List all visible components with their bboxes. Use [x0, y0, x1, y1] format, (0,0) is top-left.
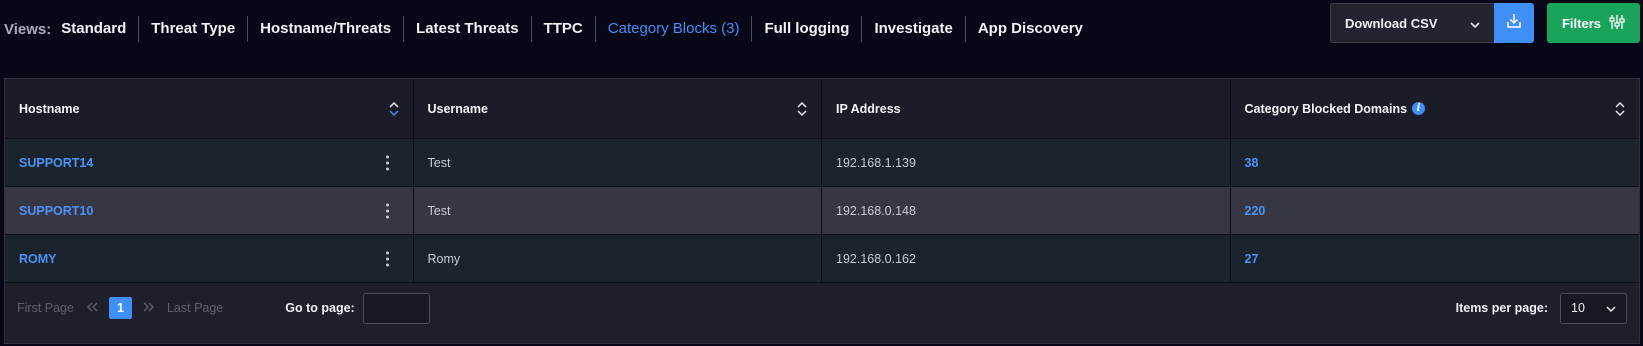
download-format-label: Download CSV [1345, 15, 1438, 31]
hostname-link[interactable]: SUPPORT14 [19, 156, 93, 170]
items-per-page-label: Items per page: [1455, 301, 1548, 315]
double-chevron-left-icon[interactable] [86, 301, 98, 315]
last-page-link[interactable]: Last Page [167, 301, 223, 315]
pagination-bar: First Page 1 Last Page Go to page: Items… [5, 279, 1639, 337]
tab-hostname-threats[interactable]: Hostname/Threats [247, 16, 403, 42]
sort-desc-icon[interactable] [388, 101, 399, 117]
category-blocks-table: Hostname Username IP Address Category Bl… [4, 78, 1640, 344]
ip-address-cell: 192.168.0.148 [822, 187, 1231, 234]
tab-full-logging[interactable]: Full logging [751, 16, 861, 42]
hostname-cell: SUPPORT10 [5, 187, 414, 234]
goto-page-label: Go to page: [285, 301, 355, 315]
tab-category-blocks[interactable]: Category Blocks (3) [594, 16, 752, 42]
current-page-button[interactable]: 1 [108, 297, 132, 319]
download-button[interactable] [1494, 3, 1534, 43]
kebab-menu-icon[interactable] [383, 251, 393, 266]
goto-page-input[interactable] [362, 292, 430, 324]
hostname-cell: ROMY [5, 235, 414, 282]
header-ip-address: IP Address [822, 79, 1231, 138]
filters-button[interactable]: Filters [1547, 3, 1640, 43]
chevron-down-icon [1470, 16, 1480, 31]
download-format-select[interactable]: Download CSV [1330, 3, 1494, 43]
blocked-domains-cell: 38 [1231, 139, 1640, 186]
views-bar: Views: Standard Threat Type Hostname/Thr… [4, 16, 1095, 42]
header-label: IP Address [836, 101, 901, 116]
tab-standard[interactable]: Standard [59, 16, 138, 42]
table-row: SUPPORT14 Test 192.168.1.139 38 [5, 139, 1639, 187]
chevron-down-icon [1606, 301, 1616, 315]
username-cell: Test [414, 139, 822, 186]
double-chevron-right-icon[interactable] [143, 301, 155, 315]
table-row: ROMY Romy 192.168.0.162 27 [5, 235, 1639, 283]
filters-label: Filters [1561, 15, 1601, 31]
sliders-icon [1609, 14, 1625, 33]
blocked-domains-cell: 27 [1231, 235, 1640, 282]
ip-address-cell: 192.168.1.139 [822, 139, 1231, 186]
hostname-link[interactable]: ROMY [19, 252, 57, 266]
items-per-page-group: Items per page: 10 [1455, 292, 1639, 324]
items-per-page-select[interactable]: 10 [1560, 292, 1627, 324]
header-label: Hostname [19, 101, 80, 116]
ip-address-cell: 192.168.0.162 [822, 235, 1231, 282]
hostname-link[interactable]: SUPPORT10 [19, 204, 93, 218]
hostname-cell: SUPPORT14 [5, 139, 414, 186]
blocked-domains-cell: 220 [1231, 187, 1640, 234]
first-page-link[interactable]: First Page [17, 301, 74, 315]
tab-latest-threats[interactable]: Latest Threats [403, 16, 531, 42]
tab-ttpc[interactable]: TTPC [530, 16, 595, 42]
download-icon [1505, 12, 1523, 35]
views-label: Views: [4, 20, 52, 38]
sort-icon[interactable] [1615, 101, 1625, 117]
header-label-wrap: Category Blocked Domains i [1245, 102, 1426, 116]
blocked-domains-link[interactable]: 220 [1245, 204, 1266, 218]
blocked-domains-link[interactable]: 38 [1245, 156, 1259, 170]
header-label: Category Blocked Domains [1244, 101, 1408, 116]
download-group: Download CSV [1330, 3, 1534, 43]
table-header-row: Hostname Username IP Address Category Bl… [5, 79, 1639, 139]
kebab-menu-icon[interactable] [383, 203, 393, 218]
table-row: SUPPORT10 Test 192.168.0.148 220 [5, 187, 1639, 235]
tab-threat-type[interactable]: Threat Type [138, 16, 247, 42]
blocked-domains-link[interactable]: 27 [1245, 252, 1259, 266]
items-per-page-value: 10 [1571, 301, 1585, 315]
sort-icon[interactable] [797, 101, 807, 117]
header-hostname[interactable]: Hostname [5, 79, 414, 138]
tab-app-discovery[interactable]: App Discovery [964, 16, 1095, 42]
kebab-menu-icon[interactable] [383, 155, 393, 170]
username-cell: Test [414, 187, 822, 234]
header-label: Username [427, 101, 488, 116]
username-cell: Romy [414, 235, 822, 282]
header-category-blocked-domains[interactable]: Category Blocked Domains i [1231, 79, 1640, 138]
tab-investigate[interactable]: Investigate [861, 16, 964, 42]
header-username[interactable]: Username [414, 79, 822, 138]
info-icon[interactable]: i [1412, 102, 1426, 115]
